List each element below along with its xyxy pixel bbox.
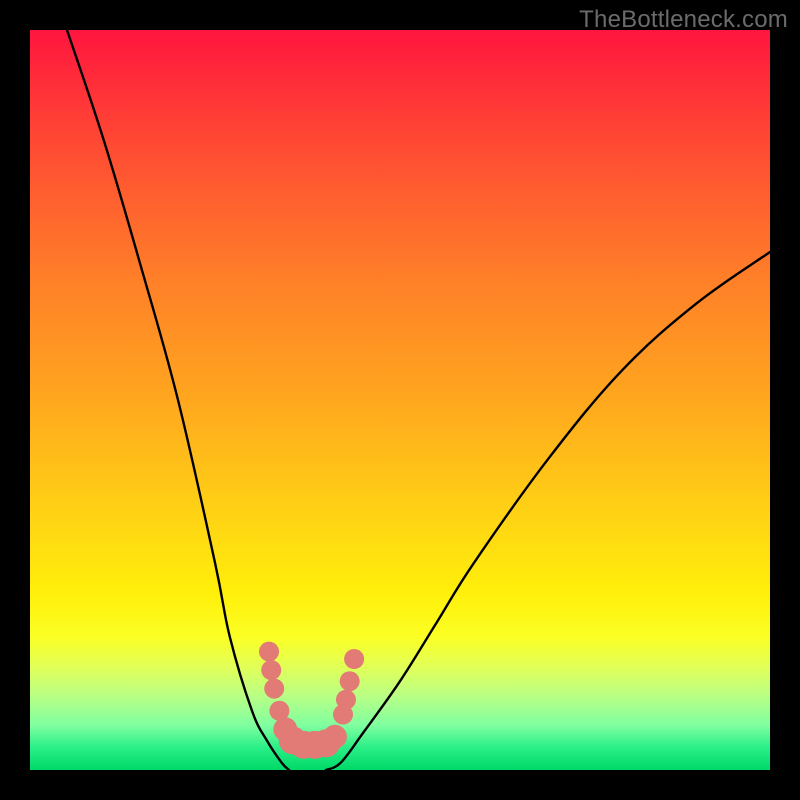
marker-point <box>261 660 281 680</box>
marker-layer <box>259 642 364 759</box>
curve-layer <box>67 30 770 770</box>
marker-point <box>259 642 279 662</box>
series-right-curve <box>326 252 770 770</box>
marker-point <box>323 725 347 749</box>
marker-point <box>344 649 364 669</box>
series-left-curve <box>67 30 289 770</box>
watermark-label: TheBottleneck.com <box>579 6 788 34</box>
marker-point <box>336 690 356 710</box>
marker-point <box>264 679 284 699</box>
chart-curves-svg <box>30 30 770 770</box>
chart-frame <box>30 30 770 770</box>
marker-point <box>340 671 360 691</box>
